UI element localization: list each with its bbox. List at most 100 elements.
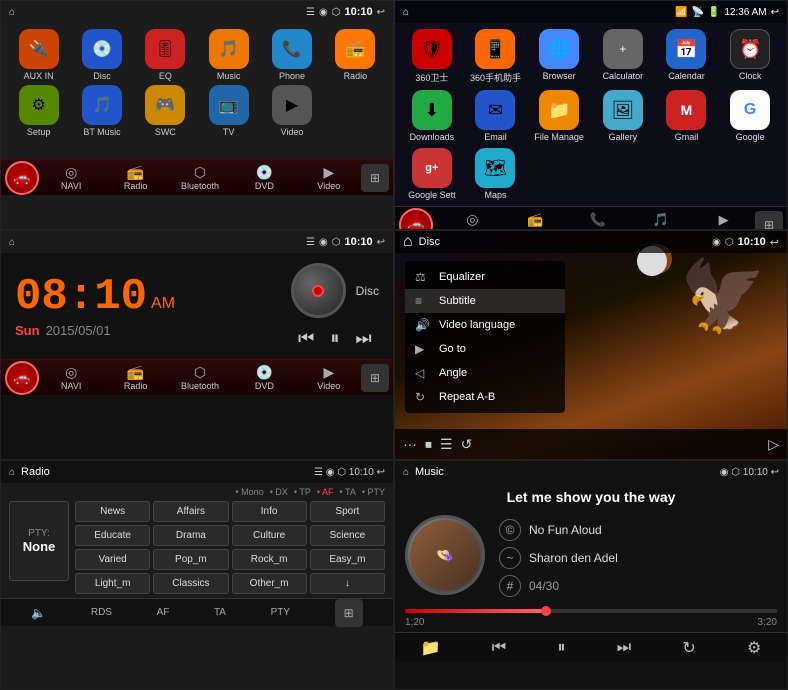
radio-btn-science[interactable]: Science	[310, 525, 385, 546]
home-icon[interactable]: ⌂	[9, 7, 15, 18]
nav-item-video-3[interactable]: ▶ Video	[297, 364, 361, 391]
android-nav-video[interactable]: ▶ VideoPlayer	[692, 212, 755, 231]
android-nav-phone[interactable]: 📞 Phone	[567, 212, 630, 231]
disc-next-button[interactable]: ▷	[768, 436, 779, 453]
menu-item-angle[interactable]: ◁ Angle	[405, 361, 565, 385]
radio-settings-button[interactable]: ⊞	[335, 599, 363, 627]
nav-item-dvd-3[interactable]: 💿 DVD	[232, 364, 296, 391]
menu-item-video-language[interactable]: 🔊 Video language	[405, 313, 565, 337]
back-icon-2[interactable]: ↩	[771, 7, 779, 18]
app-swc[interactable]: 🎮 SWC	[136, 85, 195, 137]
android-nav-navi[interactable]: ◎ Navi	[441, 211, 504, 230]
music-pause-button[interactable]: ⏸	[557, 639, 565, 657]
radio-btn-varied[interactable]: Varied	[75, 549, 150, 570]
nav-item-navi-3[interactable]: ◎ NAVI	[39, 364, 103, 391]
music-settings-button[interactable]: ⚙	[747, 638, 761, 658]
radio-btn-light-m[interactable]: Light_m	[75, 573, 150, 594]
grid-layout-button-2[interactable]: ⊞	[755, 211, 783, 231]
back-icon-5[interactable]: ↩	[377, 467, 385, 478]
menu-item-goto[interactable]: ▶ Go to	[405, 337, 565, 361]
app-radio[interactable]: 📻 Radio	[326, 29, 385, 81]
radio-btn-rock-m[interactable]: Rock_m	[232, 549, 307, 570]
home-icon-6[interactable]: ⌂	[403, 467, 409, 478]
nav-item-bluetooth-3[interactable]: ⬡ Bluetooth	[168, 364, 232, 391]
app-aux-in[interactable]: 🔌 AUX IN	[9, 29, 68, 81]
radio-btn-more[interactable]: ↓	[310, 573, 385, 594]
ta-button[interactable]: TA	[214, 607, 226, 618]
home-icon-5[interactable]: ⌂	[9, 467, 15, 478]
radio-btn-news[interactable]: News	[75, 501, 150, 522]
android-app-downloads[interactable]: ⬇ Downloads	[403, 90, 461, 142]
pause-button[interactable]: ⏸	[330, 328, 339, 349]
android-app-files[interactable]: 📁 File Manage	[530, 90, 588, 142]
disc-stop-button[interactable]: ⏹	[425, 436, 432, 453]
music-prev-button[interactable]: ⏮	[492, 639, 506, 657]
android-nav-radio[interactable]: 📻 Radio	[504, 212, 567, 231]
nav-item-navi[interactable]: ◎ NAVI	[39, 164, 103, 191]
back-icon-6[interactable]: ↩	[771, 467, 779, 478]
home-icon-4[interactable]: ⌂	[403, 233, 413, 251]
radio-btn-easy-m[interactable]: Easy_m	[310, 549, 385, 570]
app-tv[interactable]: 📺 TV	[199, 85, 258, 137]
car-home-button-3[interactable]: 🚗	[5, 361, 39, 395]
android-app-browser[interactable]: 🌐 Browser	[530, 29, 588, 84]
back-icon[interactable]: ↩	[377, 7, 385, 18]
disc-menu-button[interactable]: ☰	[440, 436, 453, 453]
menu-item-subtitle[interactable]: ≡ Subtitle	[405, 289, 565, 313]
nav-item-radio[interactable]: 📻 Radio	[103, 164, 167, 191]
android-app-calculator[interactable]: + Calculator	[594, 29, 652, 84]
app-disc[interactable]: 💿 Disc	[72, 29, 131, 81]
android-app-gmail[interactable]: M Gmail	[658, 90, 716, 142]
android-nav-music[interactable]: 🎵 Music	[629, 212, 692, 231]
grid-layout-button-3[interactable]: ⊞	[361, 364, 389, 392]
car-home-button[interactable]: 🚗	[5, 161, 39, 195]
android-app-google[interactable]: G Google	[721, 90, 779, 142]
app-setup[interactable]: ⚙ Setup	[9, 85, 68, 137]
android-app-360assist[interactable]: 📱 360手机助手	[467, 29, 525, 84]
app-music[interactable]: 🎵 Music	[199, 29, 258, 81]
back-icon-3[interactable]: ↩	[377, 237, 385, 248]
radio-btn-educate[interactable]: Educate	[75, 525, 150, 546]
home-icon-2[interactable]: ⌂	[403, 7, 409, 18]
radio-btn-culture[interactable]: Culture	[232, 525, 307, 546]
music-repeat-button[interactable]: ↻	[682, 638, 695, 658]
menu-item-repeat[interactable]: ↻ Repeat A-B	[405, 385, 565, 409]
radio-btn-info[interactable]: Info	[232, 501, 307, 522]
grid-layout-button[interactable]: ⊞	[361, 164, 389, 192]
radio-btn-pop-m[interactable]: Pop_m	[153, 549, 228, 570]
android-app-calendar[interactable]: 📅 Calendar	[658, 29, 716, 84]
radio-btn-drama[interactable]: Drama	[153, 525, 228, 546]
music-next-button[interactable]: ⏭	[617, 639, 631, 657]
disc-more-button[interactable]: ···	[403, 436, 417, 452]
nav-item-dvd[interactable]: 💿 DVD	[232, 164, 296, 191]
app-bt-music[interactable]: 🎵 BT Music	[72, 85, 131, 137]
nav-item-bluetooth[interactable]: ⬡ Bluetooth	[168, 164, 232, 191]
app-phone[interactable]: 📞 Phone	[262, 29, 321, 81]
android-app-email[interactable]: ✉ Email	[467, 90, 525, 142]
nav-item-radio-3[interactable]: 📻 Radio	[103, 364, 167, 391]
music-folder-button[interactable]: 📁	[421, 638, 441, 658]
nav-item-video[interactable]: ▶ Video	[297, 164, 361, 191]
app-video[interactable]: ▶ Video	[262, 85, 321, 137]
home-icon-3[interactable]: ⌂	[9, 237, 15, 248]
next-button[interactable]: ⏭	[355, 328, 371, 349]
af-button[interactable]: AF	[157, 607, 170, 618]
radio-btn-affairs[interactable]: Affairs	[153, 501, 228, 522]
car-home-button-2[interactable]: 🚗	[399, 208, 433, 231]
disc-return-button[interactable]: ↺	[461, 436, 473, 453]
rds-button[interactable]: RDS	[91, 607, 112, 618]
radio-btn-sport[interactable]: Sport	[310, 501, 385, 522]
android-app-gallery[interactable]: 🖼 Gallery	[594, 90, 652, 142]
back-icon-4[interactable]: ↩	[770, 236, 779, 249]
progress-bar-track[interactable]	[405, 609, 777, 613]
android-app-google-settings[interactable]: g+ Google Sett	[403, 148, 461, 200]
radio-btn-classics[interactable]: Classics	[153, 573, 228, 594]
pty-button[interactable]: PTY	[271, 607, 290, 618]
android-app-clock[interactable]: ⏰ ↩ Clock	[721, 29, 779, 84]
app-eq[interactable]: 🎚 EQ	[136, 29, 195, 81]
prev-button[interactable]: ⏮	[298, 328, 314, 349]
radio-btn-other-m[interactable]: Other_m	[232, 573, 307, 594]
menu-item-equalizer[interactable]: ⚖ Equalizer	[405, 265, 565, 289]
android-app-maps[interactable]: 🗺 Maps	[467, 148, 525, 200]
android-app-360[interactable]: 🛡 360卫士	[403, 29, 461, 84]
